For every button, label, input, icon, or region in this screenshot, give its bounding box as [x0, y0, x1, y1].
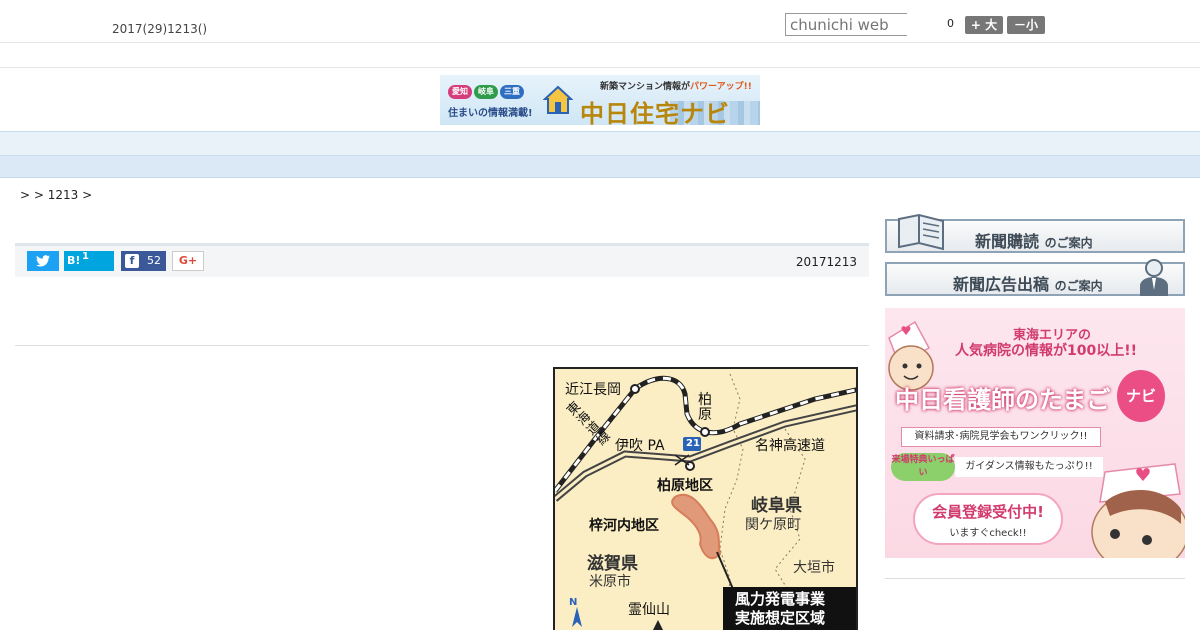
hatena-bookmark-button[interactable]: B! 1 — [64, 251, 114, 271]
ad-cta-sub: いますぐcheck!! — [949, 528, 1027, 539]
map-label-meishin: 名神高速道 — [755, 438, 825, 454]
ad-title: 中日看護師のたまご — [895, 386, 1111, 414]
map-label-ryozen: 霊仙山 — [628, 602, 670, 618]
newspaper-advertising-button[interactable]: 新聞広告出稿 のご案内 — [885, 259, 1185, 296]
map-label-kashiwabara-district: 柏原地区 — [657, 478, 713, 494]
nurse-character-face-icon — [1091, 463, 1185, 558]
house-icon — [543, 85, 573, 114]
map-label-ibuki-pa: 伊吹 PA — [615, 438, 665, 454]
current-date: 2017(29)1213() — [112, 22, 208, 36]
map-label-maibara: 米原市 — [589, 574, 631, 590]
map-label-omi-nagaoka: 近江長岡 — [565, 382, 621, 398]
facebook-share-button[interactable]: f 52 — [121, 251, 166, 271]
ad-navi-badge: ナビ — [1117, 370, 1165, 422]
ad-band-2: ガイダンス情報もたっぷり!! — [955, 457, 1103, 477]
banner-tag-gifu: 岐阜 — [474, 85, 498, 99]
content-divider — [15, 345, 869, 346]
top-bar: 2017(29)1213() 0 + 大 －小 — [0, 0, 1200, 43]
ad-headline-2: 人気病院の情報が100以上!! — [955, 343, 1137, 359]
map-legend-line1: 風力発電事業 — [735, 590, 826, 608]
map-label-ogaki: 大垣市 — [793, 560, 835, 576]
banner-subtitle: 住まいの情報満載! — [448, 108, 533, 119]
banner-headline: 新築マンション情報がパワーアップ!! — [600, 82, 752, 92]
facebook-count: 52 — [147, 254, 161, 267]
north-arrow-label: N — [569, 597, 578, 608]
counter: 0 — [947, 17, 954, 30]
banner-tag-mie: 三重 — [500, 85, 524, 99]
google-plus-button[interactable]: G+ — [172, 251, 204, 271]
newspaper-icon — [898, 213, 944, 251]
map-label-azusakawachi: 梓河内地区 — [589, 518, 659, 534]
banner-tag-aichi: 愛知 — [448, 85, 472, 99]
ad-band-1: 資料請求･病院見学会もワンクリック!! — [901, 427, 1101, 447]
facebook-icon: f — [125, 254, 139, 268]
article-map: 近江長岡 柏原 東海道線 伊吹 PA 21 名神高速道 柏原地区 岐阜県 関ケ原… — [553, 367, 858, 630]
map-label-gifu: 岐阜県 — [751, 496, 802, 516]
font-larger-button[interactable]: + 大 — [965, 16, 1003, 34]
map-legend-line2: 実施想定区域 — [735, 609, 826, 627]
housing-navi-banner[interactable]: 愛知 岐阜 三重 住まいの情報満載! 新築マンション情報がパワーアップ!! 中日… — [440, 75, 760, 125]
map-label-route: 21 — [686, 438, 700, 449]
sub-bar — [0, 43, 1200, 68]
sub-nav — [0, 156, 1200, 178]
ad-cta-main: 会員登録受付中! — [932, 503, 1044, 521]
font-smaller-button[interactable]: －小 — [1007, 16, 1045, 34]
twitter-icon — [36, 255, 50, 267]
hatena-icon: B! — [67, 254, 81, 267]
article-date: 20171213 — [795, 255, 857, 269]
nurse-navi-ad[interactable]: 東海エリアの 人気病院の情報が100以上!! 中日看護師のたまご ナビ 資料請求… — [885, 308, 1185, 558]
banner-logo: 中日住宅ナビ — [580, 100, 730, 125]
search-input[interactable] — [785, 13, 907, 36]
advertising-label: 新聞広告出稿 のご案内 — [953, 275, 1103, 294]
subscription-label: 新聞購読 のご案内 — [975, 232, 1093, 251]
ad-bonus-badge: 来場特典いっぱい — [891, 453, 955, 481]
share-bar: B! 1 f 52 G+ 20171213 — [15, 243, 869, 277]
ad-cta: 会員登録受付中! いますぐcheck!! — [913, 493, 1063, 545]
sidebar-divider — [885, 578, 1185, 579]
newspaper-subscription-button[interactable]: 新聞購読 のご案内 — [885, 213, 1185, 253]
map-label-kashiwabara: 柏原 — [698, 392, 712, 423]
breadcrumb[interactable]: > > 1213 > — [20, 188, 92, 202]
main-nav — [0, 131, 1200, 156]
businessman-icon — [1140, 259, 1168, 296]
twitter-share-button[interactable] — [27, 251, 59, 271]
map-legend: 風力発電事業 実施想定区域 — [723, 587, 856, 630]
hatena-count: 1 — [82, 251, 89, 262]
map-label-sekigahara: 関ケ原町 — [745, 517, 801, 533]
